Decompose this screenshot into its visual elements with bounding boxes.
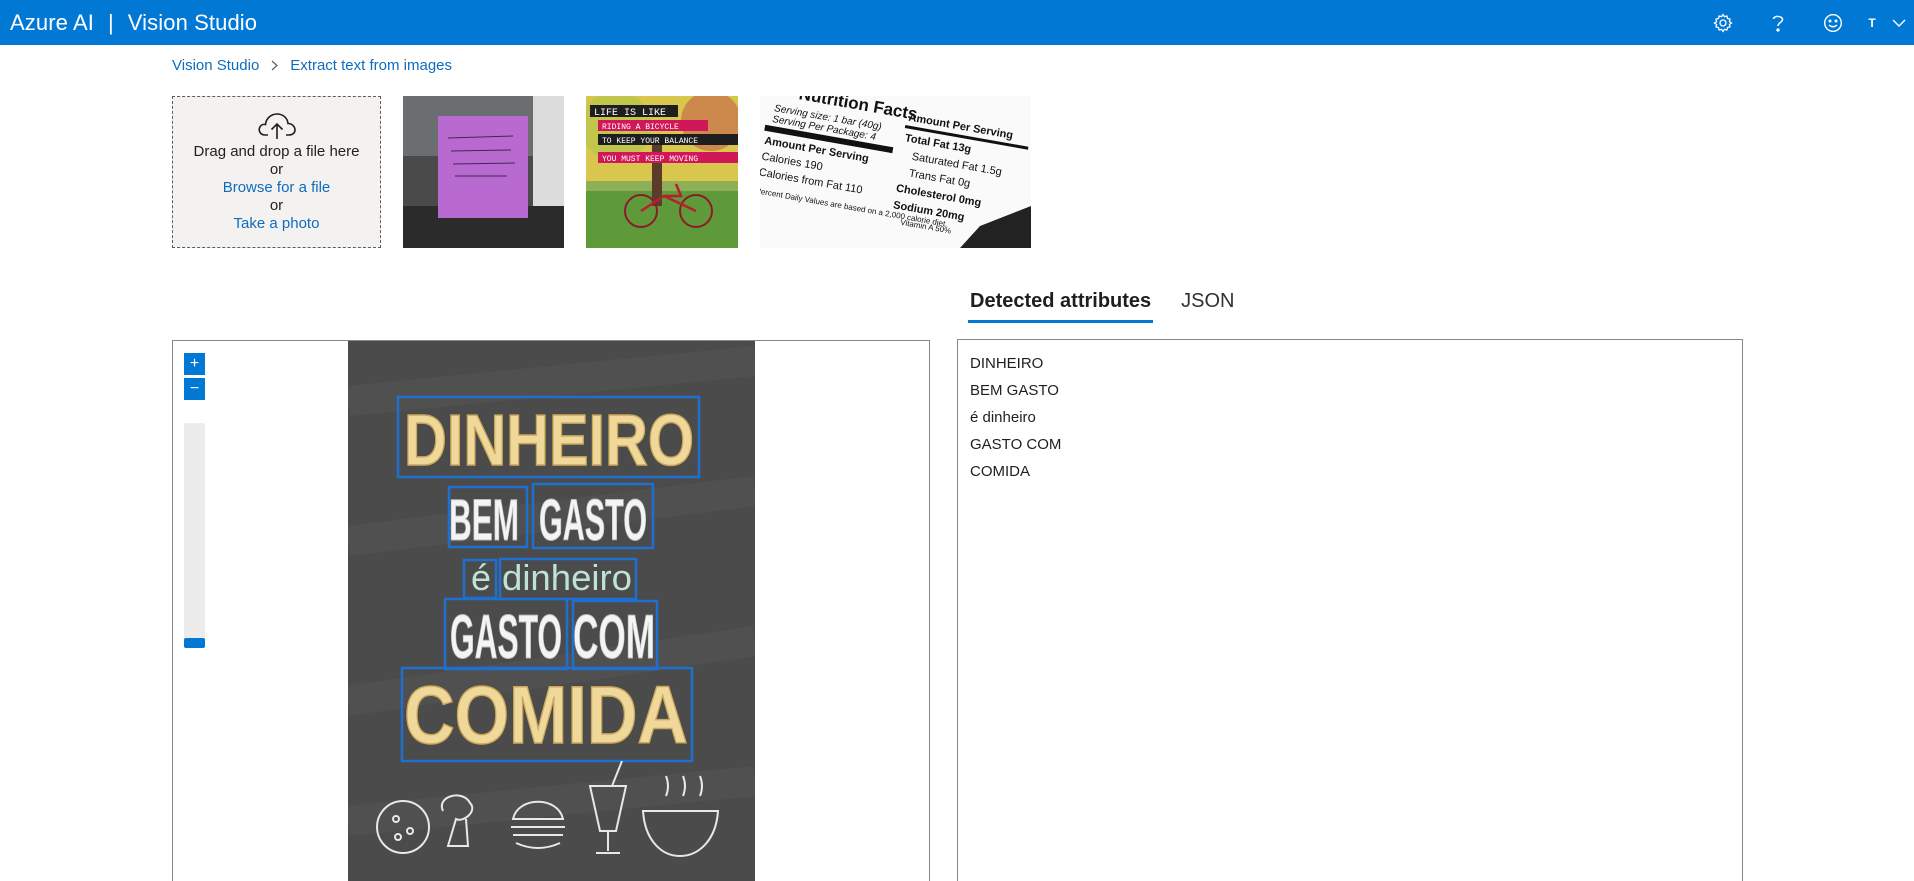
poster-word: GASTO <box>450 603 562 672</box>
detected-attributes-panel: DINHEIRO BEM GASTO é dinheiro GASTO COM … <box>957 339 1743 881</box>
sample-text-line: LIFE IS LIKE <box>594 108 666 119</box>
account-menu-toggle[interactable] <box>1884 0 1914 45</box>
detected-text-line: BEM GASTO <box>970 382 1059 399</box>
sample-image-nutrition-facts[interactable]: Nutrition Facts Serving size: 1 bar (40g… <box>760 96 1031 248</box>
feedback-smiley-icon <box>1823 13 1842 32</box>
detected-text-line: COMIDA <box>970 463 1030 480</box>
take-photo-link[interactable]: Take a photo <box>234 215 320 233</box>
tab-detected-attributes[interactable]: Detected attributes <box>968 286 1154 323</box>
drag-drop-text: Drag and drop a file here <box>193 143 360 160</box>
image-viewer[interactable]: + − DINHEIRO BEM GASTO é dinheiro GASTO … <box>172 340 930 881</box>
poster-word: dinheiro <box>502 557 632 598</box>
sample-text-line: YOU MUST KEEP MOVING <box>602 155 698 164</box>
zoom-in-button[interactable]: + <box>184 353 205 375</box>
browse-file-link[interactable]: Browse for a file <box>223 179 331 197</box>
sample-image-sticky-note[interactable] <box>403 96 564 248</box>
cloud-upload-icon <box>257 113 296 139</box>
feedback-button[interactable] <box>1805 0 1860 45</box>
zoom-out-button[interactable]: − <box>184 378 205 400</box>
poster-word: GASTO <box>539 488 647 553</box>
poster-word: BEM <box>449 488 519 553</box>
detected-text-line: é dinheiro <box>970 409 1036 426</box>
or-text: or <box>269 161 284 178</box>
analyzed-image: DINHEIRO BEM GASTO é dinheiro GASTO COM … <box>348 341 755 881</box>
breadcrumb-vision-studio[interactable]: Vision Studio <box>172 57 259 74</box>
breadcrumb: Vision Studio Extract text from images <box>172 57 452 74</box>
poster-word: COM <box>573 603 655 672</box>
tab-json[interactable]: JSON <box>1179 286 1236 323</box>
top-bar: Azure AI | Vision Studio T <box>0 0 1914 45</box>
settings-button[interactable] <box>1695 0 1750 45</box>
zoom-slider[interactable] <box>184 423 205 648</box>
help-button[interactable] <box>1750 0 1805 45</box>
account-avatar[interactable]: T <box>1860 0 1884 45</box>
sample-text-line: TO KEEP YOUR BALANCE <box>602 137 698 146</box>
poster-word: é <box>471 557 491 598</box>
poster-word: DINHEIRO <box>404 401 694 481</box>
brand-name: Azure AI <box>10 9 94 35</box>
sample-text-line: RIDING A BICYCLE <box>602 123 679 132</box>
product-name: Vision Studio <box>127 9 258 35</box>
poster-word: COMIDA <box>404 670 688 761</box>
sample-image-bicycle[interactable]: LIFE IS LIKE RIDING A BICYCLE TO KEEP YO… <box>586 96 738 248</box>
file-drop-zone[interactable]: Drag and drop a file here or Browse for … <box>172 96 381 248</box>
title-separator: | <box>107 9 114 35</box>
or-text: or <box>269 197 284 214</box>
chevron-down-icon <box>1892 19 1906 27</box>
detected-text-line: DINHEIRO <box>970 355 1044 372</box>
zoom-slider-thumb[interactable] <box>184 638 205 648</box>
result-tabs: Detected attributes JSON <box>968 286 1263 323</box>
detected-text-line: GASTO COM <box>970 436 1062 453</box>
gear-icon <box>1712 12 1733 33</box>
breadcrumb-extract-text[interactable]: Extract text from images <box>290 57 452 74</box>
app-title[interactable]: Azure AI | Vision Studio <box>0 10 257 36</box>
help-icon <box>1772 15 1783 32</box>
chevron-right-icon <box>271 60 279 71</box>
